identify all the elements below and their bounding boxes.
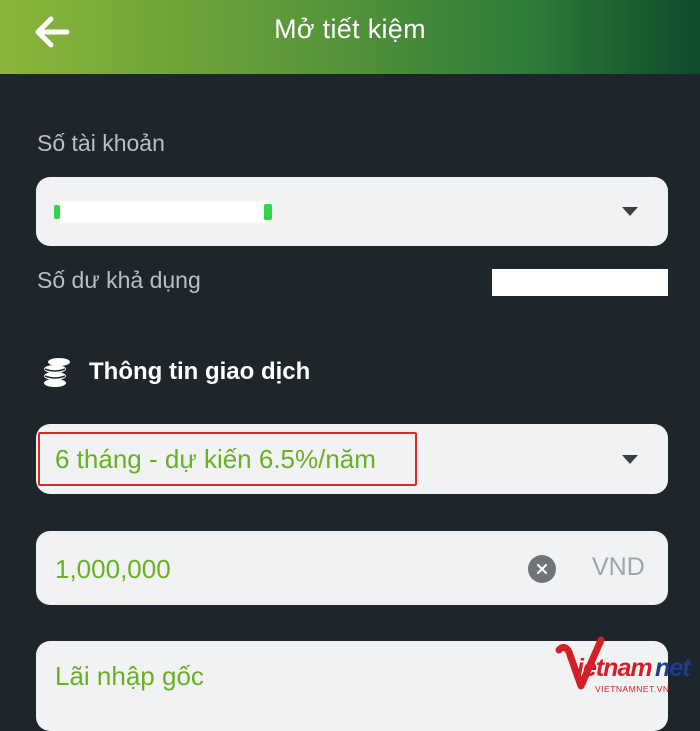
account-label: Số tài khoản [37,130,165,156]
term-select[interactable]: 6 tháng - dự kiến 6.5%/năm [36,424,668,494]
chevron-down-icon[interactable] [622,207,638,216]
close-icon [536,563,548,575]
page-title: Mở tiết kiệm [274,14,426,44]
balance-value-masked [492,269,668,296]
app-header: Mở tiết kiệm [0,0,700,74]
chevron-down-icon[interactable] [622,455,638,464]
interest-option-value: Lãi nhập gốc [55,661,204,691]
section-title: Thông tin giao dịch [89,358,311,385]
coins-icon [44,358,70,387]
account-select[interactable] [36,177,668,246]
clear-button[interactable] [528,555,556,583]
transaction-section-header: Thông tin giao dịch [41,356,310,388]
currency-label: VND [592,553,645,581]
svg-text:net: net [655,654,692,682]
svg-text:VIETNAMNET.VN: VIETNAMNET.VN [595,684,670,694]
svg-text:ietnam: ietnam [577,654,652,682]
term-select-value: 6 tháng - dự kiến 6.5%/năm [55,444,376,474]
vietnamnet-logo: ietnam net VIETNAMNET.VN [555,636,693,694]
account-number-masked [54,201,272,223]
amount-input[interactable]: 1,000,000 VND [36,531,668,605]
balance-label: Số dư khả dụng [37,267,201,293]
amount-value: 1,000,000 [55,554,171,584]
